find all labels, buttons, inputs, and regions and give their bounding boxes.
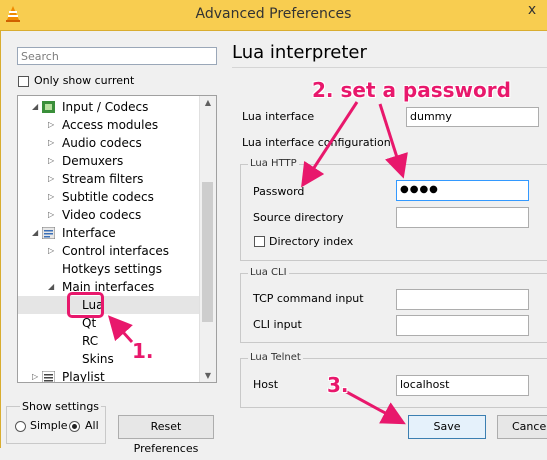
arrow-to-lua	[107, 315, 134, 344]
arrow-to-password-input	[378, 103, 408, 179]
arrow-to-password-label	[301, 101, 359, 188]
annotation-arrows	[107, 101, 408, 425]
arrow-to-save	[342, 388, 406, 425]
step-2-annotation: 2. set a password	[312, 78, 511, 102]
step-3-annotation: 3.	[327, 373, 349, 397]
step-1-annotation: 1.	[132, 339, 154, 363]
